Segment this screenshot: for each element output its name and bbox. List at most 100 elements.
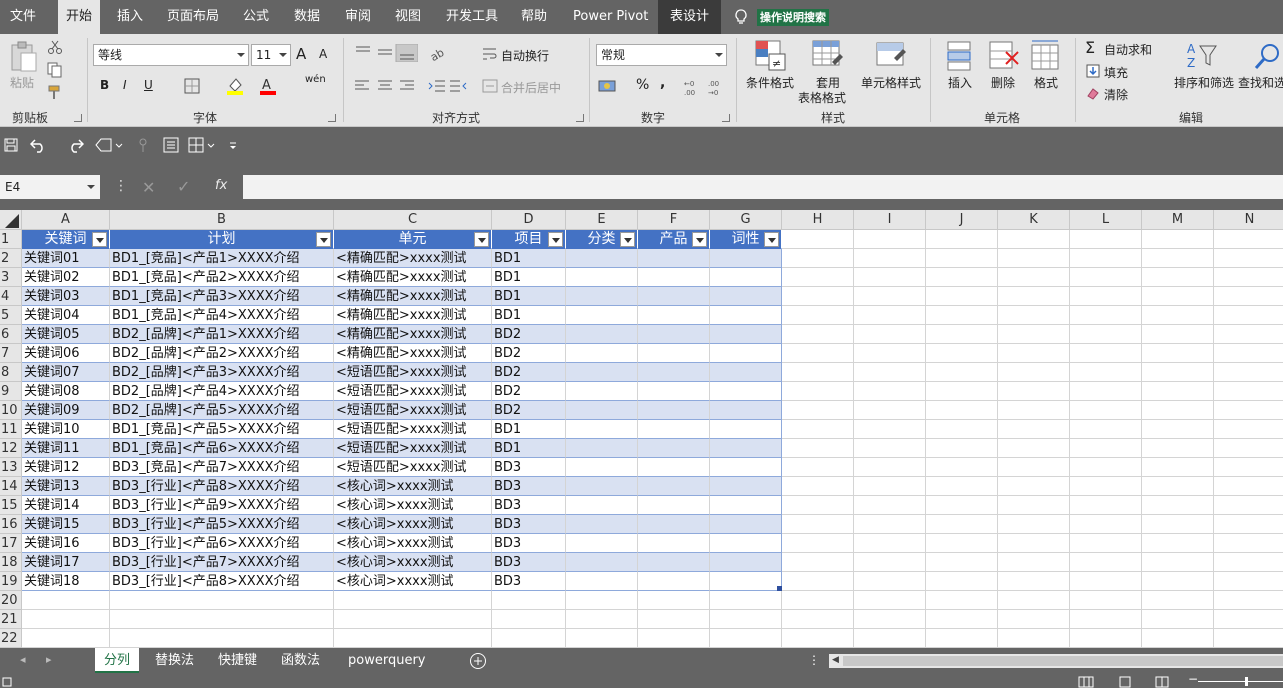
table-cell[interactable]: BD3: [492, 553, 566, 572]
table-cell[interactable]: BD1_[竞品]<产品1>XXXX介绍: [110, 249, 334, 268]
menu-developer[interactable]: 开发工具: [446, 0, 498, 34]
cell[interactable]: [782, 610, 854, 629]
table-cell[interactable]: [566, 420, 638, 439]
table-cell[interactable]: BD3_[行业]<产品9>XXXX介绍: [110, 496, 334, 515]
cell[interactable]: [1142, 344, 1214, 363]
table-cell[interactable]: <精确匹配>xxxx测试: [334, 268, 492, 287]
cell[interactable]: [1142, 515, 1214, 534]
cell[interactable]: [1214, 534, 1283, 553]
horizontal-align-icons[interactable]: [354, 79, 418, 93]
cell[interactable]: [1214, 572, 1283, 591]
insert-function-button[interactable]: fx: [215, 178, 227, 193]
table-cell[interactable]: <短语匹配>xxxx测试: [334, 420, 492, 439]
cell[interactable]: [1142, 401, 1214, 420]
table-cell[interactable]: 关键词18: [22, 572, 110, 591]
table-cell[interactable]: <精确匹配>xxxx测试: [334, 325, 492, 344]
cell[interactable]: [998, 515, 1070, 534]
cell[interactable]: [998, 344, 1070, 363]
shrink-font-button[interactable]: A: [319, 47, 327, 61]
redo-icon[interactable]: [64, 137, 84, 153]
table-cell[interactable]: [638, 325, 710, 344]
menu-formulas[interactable]: 公式: [243, 0, 269, 34]
cell[interactable]: [1214, 325, 1283, 344]
cell[interactable]: [1142, 591, 1214, 610]
cell[interactable]: [1070, 496, 1142, 515]
cell[interactable]: [926, 439, 998, 458]
table-cell[interactable]: 关键词15: [22, 515, 110, 534]
cell[interactable]: [1070, 287, 1142, 306]
cell[interactable]: [1070, 268, 1142, 287]
table-cell[interactable]: [566, 458, 638, 477]
cell-styles-label[interactable]: 单元格样式: [861, 74, 921, 91]
column-header-d[interactable]: D: [492, 210, 566, 230]
table-header-cell[interactable]: 计划: [110, 230, 334, 249]
filter-dropdown-icon[interactable]: [620, 232, 635, 247]
cell[interactable]: [782, 629, 854, 648]
menu-view[interactable]: 视图: [395, 0, 421, 34]
table-cell[interactable]: [638, 534, 710, 553]
cell[interactable]: [782, 401, 854, 420]
cell[interactable]: [1214, 629, 1283, 648]
page-break-view-icon[interactable]: [1155, 676, 1169, 688]
cell[interactable]: [926, 496, 998, 515]
cell[interactable]: [998, 591, 1070, 610]
cell[interactable]: [334, 629, 492, 648]
table-cell[interactable]: [710, 344, 782, 363]
cell[interactable]: [998, 572, 1070, 591]
row-header[interactable]: 13: [0, 458, 22, 477]
vertical-align-icons[interactable]: [354, 44, 418, 62]
row-header[interactable]: 1: [0, 230, 22, 249]
alignment-launcher[interactable]: [576, 114, 584, 122]
table-cell[interactable]: [710, 401, 782, 420]
cell[interactable]: [110, 610, 334, 629]
cell[interactable]: [998, 534, 1070, 553]
zoom-out-button[interactable]: −: [1188, 672, 1198, 686]
table-cell[interactable]: 关键词03: [22, 287, 110, 306]
cell[interactable]: [638, 629, 710, 648]
table-cell[interactable]: 关键词08: [22, 382, 110, 401]
cell[interactable]: [926, 515, 998, 534]
table-cell[interactable]: BD1_[竞品]<产品2>XXXX介绍: [110, 268, 334, 287]
cell[interactable]: [782, 344, 854, 363]
cell[interactable]: [854, 325, 926, 344]
table-cell[interactable]: [566, 553, 638, 572]
cell[interactable]: [926, 572, 998, 591]
table-cell[interactable]: [638, 287, 710, 306]
row-header[interactable]: 4: [0, 287, 22, 306]
cell[interactable]: [998, 287, 1070, 306]
decimal-icons[interactable]: ←0.00.00→0: [684, 78, 728, 96]
undo-icon[interactable]: [30, 137, 50, 153]
cell[interactable]: [1214, 591, 1283, 610]
sheet-tab-split[interactable]: 分列: [95, 648, 140, 673]
cell[interactable]: [854, 591, 926, 610]
table-cell[interactable]: BD1_[竞品]<产品3>XXXX介绍: [110, 287, 334, 306]
cell[interactable]: [1142, 534, 1214, 553]
cell[interactable]: [1142, 439, 1214, 458]
cell[interactable]: [22, 591, 110, 610]
cell[interactable]: [854, 439, 926, 458]
table-cell[interactable]: 关键词06: [22, 344, 110, 363]
table-cell[interactable]: <短语匹配>xxxx测试: [334, 363, 492, 382]
table-cell[interactable]: BD3: [492, 515, 566, 534]
table-cell[interactable]: [566, 363, 638, 382]
insert-cells-label[interactable]: 插入: [948, 74, 972, 91]
cell[interactable]: [926, 268, 998, 287]
cell[interactable]: [1142, 458, 1214, 477]
font-name-select[interactable]: 等线: [93, 44, 249, 66]
table-cell[interactable]: [710, 439, 782, 458]
table-cell[interactable]: [566, 401, 638, 420]
cell[interactable]: [782, 496, 854, 515]
cell[interactable]: [22, 610, 110, 629]
table-cell[interactable]: [566, 534, 638, 553]
cell[interactable]: [1214, 382, 1283, 401]
table-header-cell[interactable]: 单元: [334, 230, 492, 249]
table-cell[interactable]: [638, 496, 710, 515]
column-header-e[interactable]: E: [566, 210, 638, 230]
cell[interactable]: [854, 420, 926, 439]
cell[interactable]: [1142, 325, 1214, 344]
cell[interactable]: [926, 325, 998, 344]
table-cell[interactable]: BD2: [492, 401, 566, 420]
table-cell[interactable]: 关键词09: [22, 401, 110, 420]
cell[interactable]: [998, 496, 1070, 515]
cell[interactable]: [1070, 629, 1142, 648]
